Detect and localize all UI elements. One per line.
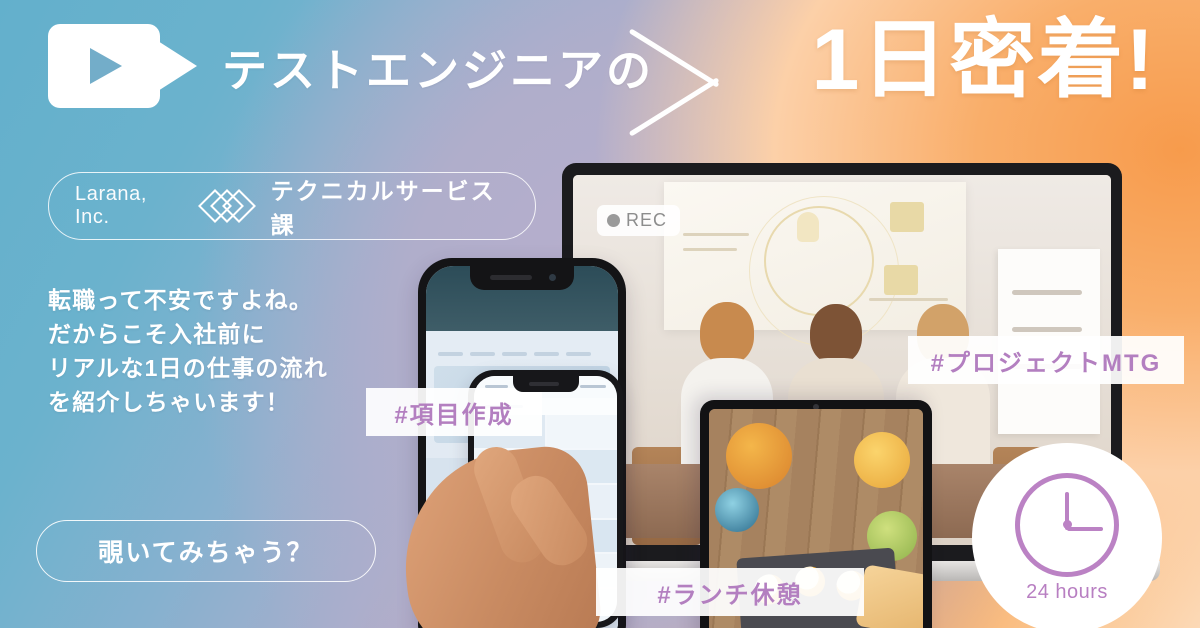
lead-line-4: を紹介しちゃいます！ bbox=[48, 389, 290, 416]
slide-text-line bbox=[682, 247, 737, 251]
drink-glass bbox=[715, 487, 760, 532]
cta-button[interactable]: 覗いてみちゃう？ bbox=[36, 520, 376, 582]
slide-step-2 bbox=[883, 265, 918, 296]
person-head bbox=[699, 302, 754, 365]
duration-badge: 24 hours bbox=[972, 443, 1162, 628]
record-dot-icon bbox=[607, 214, 620, 227]
phone-app-nav bbox=[437, 343, 607, 359]
hashtag-label-lunch: #ランチ休憩 bbox=[596, 568, 864, 616]
flipchart-line bbox=[1012, 289, 1082, 295]
rec-indicator: REC bbox=[597, 205, 681, 236]
diamond-chain-icon bbox=[197, 186, 256, 226]
company-name: Larana, Inc. bbox=[75, 183, 148, 228]
page-title-main: 1日密着! bbox=[811, 12, 1156, 108]
duration-label: 24 hours bbox=[1026, 580, 1108, 603]
flipchart-line bbox=[1012, 326, 1082, 332]
bracket-accent-icon bbox=[628, 18, 726, 146]
hashtag-label-mtg: #プロジェクトMTG bbox=[908, 336, 1184, 384]
clock-icon bbox=[1015, 472, 1119, 577]
hashtag-label-item: #項目作成 bbox=[366, 388, 542, 436]
video-camera-icon bbox=[48, 24, 200, 108]
phone-notch bbox=[512, 376, 579, 392]
lead-paragraph: 転職って不安ですよね。 だからこそ入社前に リアルな1日の仕事の流れ を紹介しち… bbox=[48, 283, 328, 419]
lead-line-1: 転職って不安ですよね。 bbox=[48, 287, 314, 313]
food-dish bbox=[854, 432, 911, 489]
slide-text-line bbox=[682, 232, 749, 236]
slide-text-line bbox=[869, 297, 948, 301]
person-head bbox=[810, 304, 863, 365]
phone-notch bbox=[470, 266, 574, 290]
slide-bulb-icon bbox=[797, 211, 819, 242]
page-title-prefix: テストエンジニアの bbox=[222, 44, 655, 96]
slide-step-1 bbox=[889, 201, 924, 232]
department-name: テクニカルサービス課 bbox=[270, 178, 496, 238]
food-dish bbox=[726, 422, 793, 489]
rec-label: REC bbox=[626, 210, 668, 230]
lead-line-3: リアルな1日の仕事の流れ bbox=[48, 355, 328, 382]
company-badge[interactable]: Larana, Inc. テクニカルサービス課 bbox=[48, 172, 536, 240]
toast-slice bbox=[854, 563, 923, 628]
header-title-row: テストエンジニアの bbox=[48, 24, 654, 108]
poster-canvas: テストエンジニアの 1日密着! Larana, Inc. テクニカルサービス課 … bbox=[0, 0, 1200, 628]
lead-line-2: だからこそ入社前に bbox=[48, 321, 266, 348]
